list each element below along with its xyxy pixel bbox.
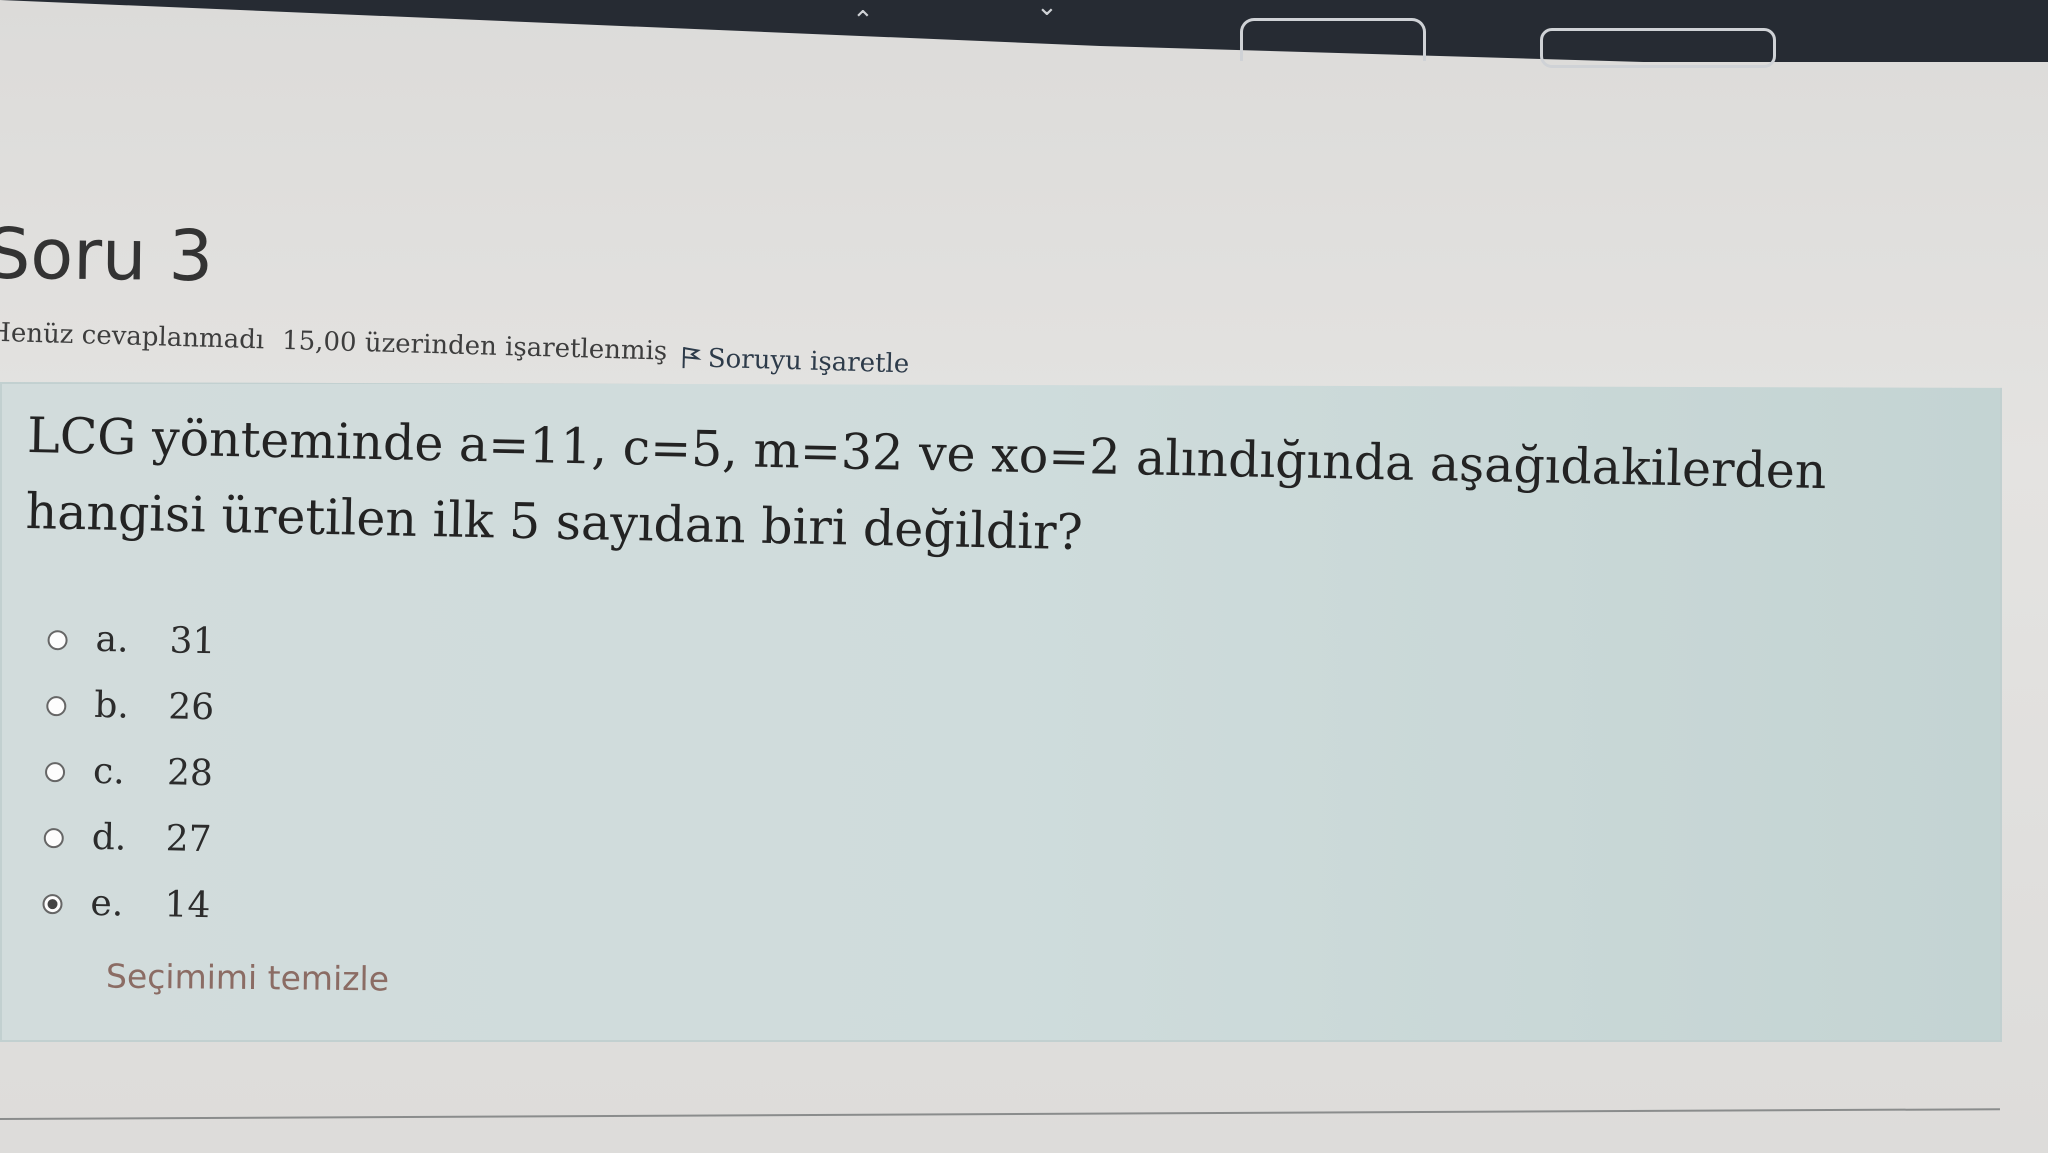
divider [0, 1108, 2000, 1120]
option-letter: b. [93, 684, 130, 727]
question-grade: 15,00 üzerinden işaretlenmiş [281, 325, 668, 367]
navbar-button[interactable] [1240, 18, 1426, 61]
option-value: 27 [165, 818, 212, 861]
option-value: 26 [167, 686, 215, 729]
flag-icon [682, 347, 702, 369]
flag-question-label: Soruyu işaretle [707, 343, 910, 380]
chevron-down-icon: ⌄ [1036, 0, 1058, 22]
option-letter: c. [92, 750, 126, 793]
option-value: 28 [166, 752, 214, 795]
question-status: Henüz cevaplanmadı [0, 317, 265, 356]
flag-question-link[interactable]: Soruyu işaretle [679, 343, 910, 380]
page-title: Soru 3 [0, 212, 214, 298]
option-value: 31 [169, 620, 216, 663]
navbar-button[interactable] [1540, 28, 1776, 68]
option-value: 14 [164, 884, 211, 927]
chevron-up-icon: ⌃ [852, 6, 874, 36]
option-letter: e. [90, 882, 124, 925]
option-letter: d. [91, 816, 127, 859]
option-letter: a. [95, 618, 129, 661]
question-info: Henüz cevaplanmadı 15,00 üzerinden işare… [0, 318, 920, 392]
clear-selection-link[interactable]: Seçimimi temizle [106, 957, 389, 999]
